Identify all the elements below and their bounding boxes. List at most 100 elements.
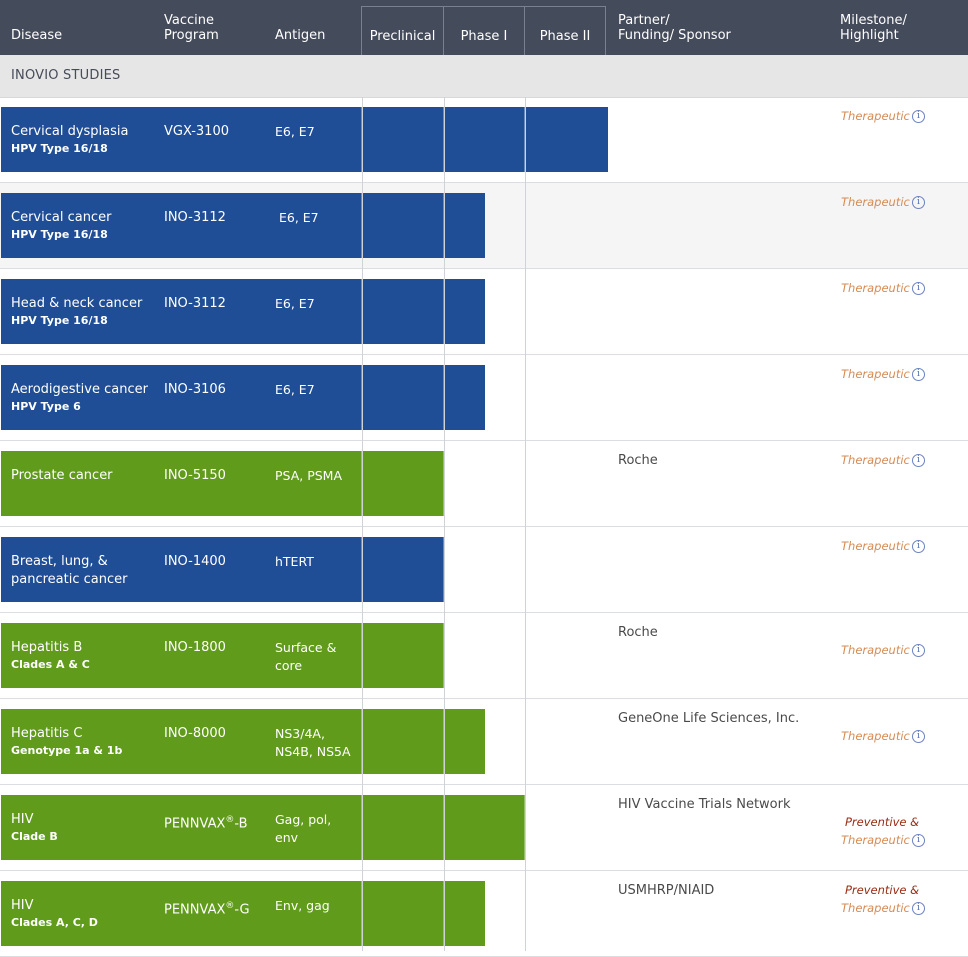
info-icon[interactable]: i xyxy=(912,368,925,381)
milestone-therapeutic: Therapeutic xyxy=(841,195,910,209)
info-icon[interactable]: i xyxy=(912,540,925,553)
info-icon[interactable]: i xyxy=(912,110,925,123)
program-name: VGX-3100 xyxy=(164,124,229,139)
milestone-therapeutic: Therapeutic xyxy=(841,833,910,847)
partner-sponsor: GeneOne Life Sciences, Inc. xyxy=(618,711,800,726)
info-icon[interactable]: i xyxy=(912,454,925,467)
antigen: hTERT xyxy=(275,554,314,569)
disease-subtitle: HPV Type 16/18 xyxy=(11,142,108,155)
partner-sponsor: Roche xyxy=(618,625,658,640)
partner-sponsor: USMHRP/NIAID xyxy=(618,883,715,898)
disease-subtitle: HPV Type 16/18 xyxy=(11,228,108,241)
program-name: PENNVAX xyxy=(164,816,226,832)
program-name: INO-3112 xyxy=(164,296,226,311)
disease-cell: Hepatitis B Clades A & C xyxy=(11,639,90,673)
disease-cell: Prostate cancer xyxy=(11,467,113,485)
disease-name: Head & neck cancer xyxy=(11,296,143,311)
milestone-highlight: Therapeutic xyxy=(841,641,910,659)
table-row: Breast, lung, & pancreatic cancer INO-140… xyxy=(0,527,968,613)
program-suffix: -G xyxy=(234,902,250,918)
info-icon[interactable]: i xyxy=(912,730,925,743)
disease-subtitle: HPV Type 6 xyxy=(11,400,81,413)
disease-cell: Breast, lung, & pancreatic cancer xyxy=(11,553,127,589)
milestone-therapeutic: Therapeutic xyxy=(841,729,910,743)
header-phase2: Phase II xyxy=(524,6,606,55)
disease-subtitle: Clade B xyxy=(11,830,58,843)
vaccine-program: VGX-3100 xyxy=(164,123,229,141)
info-icon[interactable]: i xyxy=(912,282,925,295)
header-partner: Partner/ Funding/ Sponsor xyxy=(618,13,731,43)
milestone-therapeutic: Therapeutic xyxy=(841,367,910,381)
info-icon[interactable]: i xyxy=(912,902,925,915)
table-row: Cervical cancer HPV Type 16/18 INO-3112 E6… xyxy=(0,183,968,269)
milestone-preventive: Preventive & xyxy=(845,883,920,897)
milestone-highlight: Preventive & Therapeutic xyxy=(841,881,920,917)
section-label: INOVIO STUDIES xyxy=(11,68,121,83)
program-name: INO-3106 xyxy=(164,382,226,397)
vaccine-program: PENNVAX®-B xyxy=(164,811,248,833)
antigen: PSA, PSMA xyxy=(275,468,343,483)
stage-progress-bar xyxy=(1,795,525,860)
disease-cell: Head & neck cancer HPV Type 16/18 xyxy=(11,295,142,329)
vaccine-program: INO-8000 xyxy=(164,725,226,743)
milestone-highlight: Therapeutic xyxy=(841,727,910,745)
program-name: INO-1800 xyxy=(164,640,226,655)
milestone-therapeutic: Therapeutic xyxy=(841,643,910,657)
milestone-highlight: Therapeutic xyxy=(841,537,910,555)
table-row: Prostate cancer INO-5150 PSA, PSMA Roche The… xyxy=(0,441,968,527)
milestone-highlight: Therapeutic xyxy=(841,365,910,383)
gridline-phase2 xyxy=(525,97,526,951)
info-icon[interactable]: i xyxy=(912,834,925,847)
vaccine-program: INO-3106 xyxy=(164,381,226,399)
disease-subtitle: Clades A, C, D xyxy=(11,916,98,929)
header-phase1: Phase I xyxy=(443,6,525,55)
program-name: PENNVAX xyxy=(164,902,226,918)
table-row: Aerodigestive cancer HPV Type 6 INO-3106 E6… xyxy=(0,355,968,441)
antigen: Env, gag xyxy=(275,898,330,913)
gridline-phase1 xyxy=(444,97,445,951)
program-suffix: -B xyxy=(234,816,248,832)
header-milestone: Milestone/ Highlight xyxy=(840,13,907,43)
info-icon[interactable]: i xyxy=(912,644,925,657)
disease-name: Aerodigestive cancer xyxy=(11,382,148,397)
disease-subtitle: HPV Type 16/18 xyxy=(11,314,108,327)
disease-cell: Aerodigestive cancer HPV Type 6 xyxy=(11,381,148,415)
header-preclinical: Preclinical xyxy=(361,6,444,55)
milestone-highlight: Therapeutic xyxy=(841,107,910,125)
milestone-therapeutic: Therapeutic xyxy=(841,109,910,123)
antigen: E6, E7 xyxy=(275,382,315,397)
milestone-highlight: Therapeutic xyxy=(841,451,910,469)
header-disease: Disease xyxy=(11,28,63,43)
gridline-preclinical xyxy=(362,97,363,951)
table-row: Hepatitis C Genotype 1a & 1b INO-8000 NS3/4… xyxy=(0,699,968,785)
vaccine-program: INO-1400 xyxy=(164,553,226,571)
disease-name: Prostate cancer xyxy=(11,468,113,483)
antigen: Surface & core xyxy=(275,640,337,673)
milestone-highlight: Preventive & Therapeutic xyxy=(841,813,920,849)
disease-name: Hepatitis C xyxy=(11,726,83,741)
vaccine-program: INO-1800 xyxy=(164,639,226,657)
info-icon[interactable]: i xyxy=(912,196,925,209)
disease-cell: HIV Clades A, C, D xyxy=(11,897,98,931)
vaccine-program: INO-5150 xyxy=(164,467,226,485)
disease-subtitle: Genotype 1a & 1b xyxy=(11,744,123,757)
vaccine-program: PENNVAX®-G xyxy=(164,897,250,919)
header-preclinical-label: Preclinical xyxy=(369,29,436,44)
table-row: HIV Clades A, C, D PENNVAX®-G Env, gag USMHR… xyxy=(0,871,968,957)
disease-name: HIV xyxy=(11,898,34,913)
program-name: INO-3112 xyxy=(164,210,226,225)
table-header: Disease Vaccine Program Antigen Preclini… xyxy=(0,0,968,55)
milestone-preventive: Preventive & xyxy=(845,815,920,829)
milestone-highlight: Therapeutic xyxy=(841,193,910,211)
program-name: INO-5150 xyxy=(164,468,226,483)
milestone-therapeutic: Therapeutic xyxy=(841,539,910,553)
disease-name: Cervical cancer xyxy=(11,210,112,225)
table-row: Hepatitis B Clades A & C INO-1800 Surface &… xyxy=(0,613,968,699)
header-phase1-label: Phase I xyxy=(460,29,508,44)
antigen: E6, E7 xyxy=(275,296,315,311)
disease-cell: HIV Clade B xyxy=(11,811,58,845)
program-name: INO-8000 xyxy=(164,726,226,741)
partner-sponsor: HIV Vaccine Trials Network xyxy=(618,797,791,812)
antigen: E6, E7 xyxy=(275,124,315,139)
antigen: E6, E7 xyxy=(275,210,319,225)
